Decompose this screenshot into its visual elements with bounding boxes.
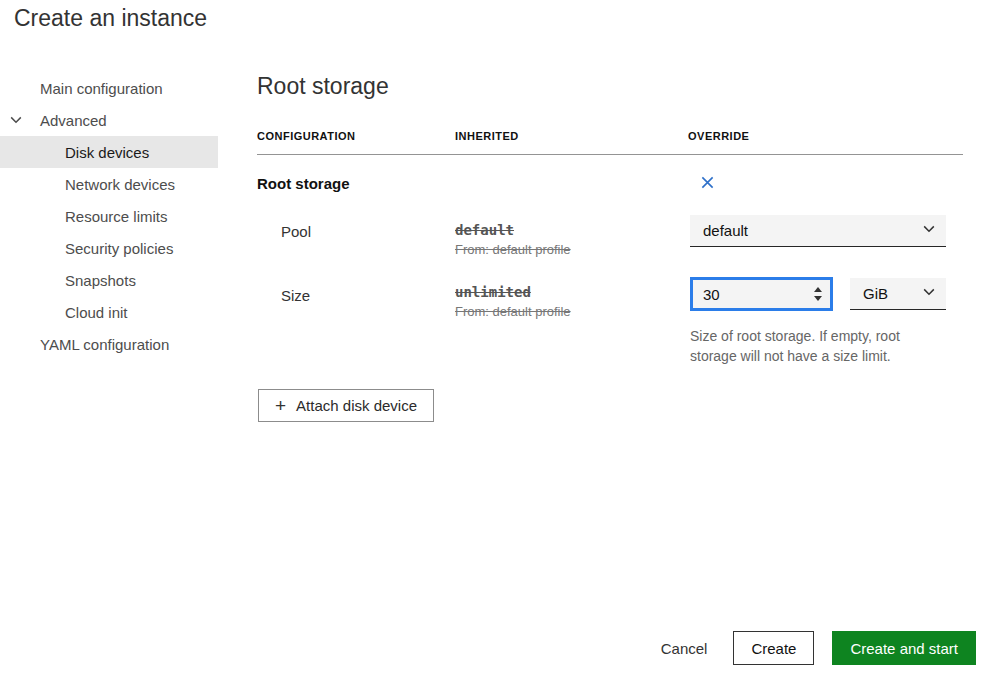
pool-select[interactable]: default [690,215,946,247]
sidebar-item-label: Security policies [65,240,173,257]
sidebar-item-snapshots[interactable]: Snapshots [0,264,218,296]
table-row: Root storage [257,155,963,193]
sidebar-item-resource-limits[interactable]: Resource limits [0,200,218,232]
page-title: Create an instance [14,5,207,32]
sidebar-item-label: YAML configuration [40,336,169,353]
section-heading: Root storage [257,72,963,100]
chevron-down-icon [922,285,936,302]
inherited-source: From: default profile [455,242,688,257]
inherited-cell: unlimited From: default profile [455,277,688,366]
stepper-down-icon[interactable] [814,296,822,301]
create-and-start-button[interactable]: Create and start [832,631,976,665]
sidebar-item-label: Cloud init [65,304,128,321]
row-label-pool: Pool [257,215,455,257]
column-header-inherited: INHERITED [455,130,688,143]
stepper-up-icon[interactable] [814,287,822,292]
attach-disk-device-button[interactable]: + Attach disk device [258,389,434,422]
inherited-source: From: default profile [455,304,688,319]
sidebar-item-label: Snapshots [65,272,136,289]
sidebar-item-yaml-configuration[interactable]: YAML configuration [0,328,218,360]
close-icon [700,175,715,193]
sidebar-item-network-devices[interactable]: Network devices [0,168,218,200]
row-label-size: Size [257,277,455,366]
form-navigation: Main configuration Advanced Disk devices… [0,72,218,360]
form-footer: Cancel Create Create and start [653,631,976,665]
sidebar-item-label: Resource limits [65,208,168,225]
unit-select-value: GiB [863,285,888,302]
size-help-text: Size of root storage. If empty, root sto… [690,326,945,366]
chevron-down-icon [9,113,23,127]
sidebar-item-main-configuration[interactable]: Main configuration [0,72,218,104]
sidebar-item-security-policies[interactable]: Security policies [0,232,218,264]
root-storage-section: Root storage CONFIGURATION INHERITED OVE… [257,72,963,422]
config-table: CONFIGURATION INHERITED OVERRIDE Root st… [257,130,963,422]
cancel-button[interactable]: Cancel [653,640,716,657]
chevron-down-icon [922,222,936,239]
clear-override-button[interactable] [698,175,716,193]
column-header-override: OVERRIDE [688,130,963,143]
sidebar-item-advanced[interactable]: Advanced [0,104,218,136]
table-row: Size unlimited From: default profile [257,277,963,366]
size-input[interactable] [693,280,830,308]
inherited-cell: default From: default profile [455,215,688,257]
create-instance-page: Create an instance Main configuration Ad… [0,0,991,681]
sidebar-item-label: Advanced [40,112,107,129]
stepper-arrows[interactable] [814,280,822,308]
table-header-row: CONFIGURATION INHERITED OVERRIDE [257,130,963,155]
sidebar-item-label: Disk devices [65,144,149,161]
column-header-configuration: CONFIGURATION [257,130,455,143]
table-row: Pool default From: default profile defau… [257,215,963,257]
pool-select-value: default [703,222,748,239]
inherited-value: unlimited [455,284,688,300]
unit-select[interactable]: GiB [850,278,946,310]
inherited-value: default [455,222,688,238]
sidebar-item-disk-devices[interactable]: Disk devices [0,136,218,168]
plus-icon: + [275,397,286,415]
sidebar-item-cloud-init[interactable]: Cloud init [0,296,218,328]
create-button[interactable]: Create [733,631,814,665]
size-input-wrapper [690,277,833,311]
row-label-root-storage: Root storage [257,175,455,193]
sidebar-item-label: Network devices [65,176,175,193]
sidebar-item-label: Main configuration [40,80,163,97]
attach-disk-device-label: Attach disk device [296,397,417,414]
